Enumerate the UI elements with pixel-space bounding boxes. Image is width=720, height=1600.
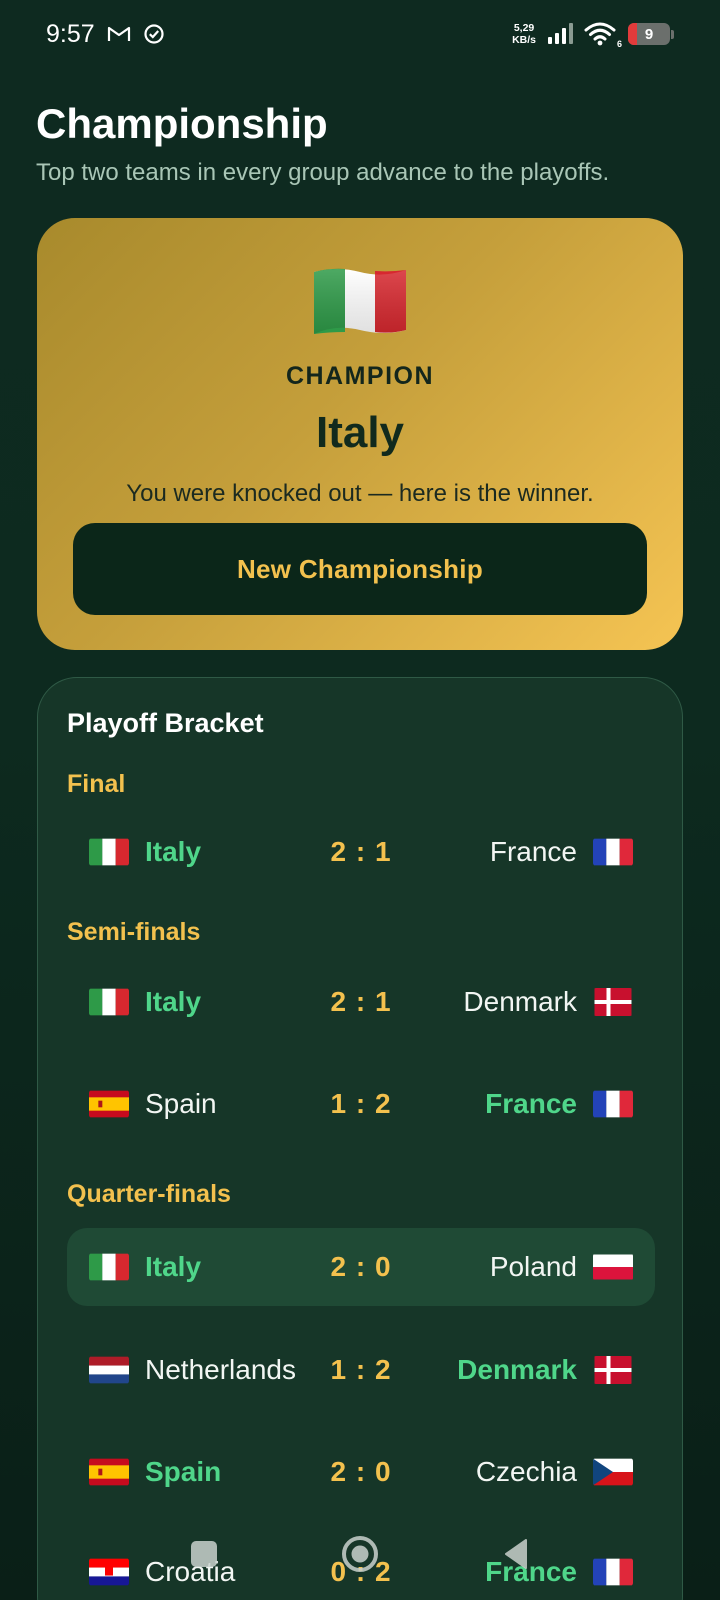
away-team: Denmark	[457, 1354, 577, 1385]
status-time: 9:57	[46, 19, 95, 48]
champion-label: CHAMPION	[285, 362, 435, 390]
czechia-flag-icon	[593, 1458, 633, 1486]
new-championship-button[interactable]: New Championship	[73, 523, 647, 615]
home-team: Spain	[145, 1456, 222, 1487]
round-label-semi-finals: Semi-finals	[67, 918, 201, 946]
denmark-flag-icon	[593, 1356, 633, 1384]
italy-flag-icon	[89, 838, 129, 866]
page-subtitle: Top two teams in every group advance to …	[36, 159, 610, 186]
champion-card: CHAMPION Italy You were knocked out — he…	[37, 218, 683, 650]
france-flag-icon	[593, 838, 633, 866]
denmark-flag-icon	[593, 988, 633, 1016]
page-title: Championship	[36, 100, 328, 147]
wifi-label: 6	[616, 39, 622, 49]
home-team: Italy	[145, 986, 202, 1017]
match-row[interactable]: Netherlands 1 : 2 Denmark	[67, 1330, 655, 1410]
status-right: 5,29 KB/s 6 9	[512, 21, 674, 49]
netherlands-flag-icon	[89, 1356, 129, 1384]
match-row[interactable]: Italy 2 : 1 Denmark	[67, 962, 655, 1042]
system-nav-bar	[0, 1526, 720, 1582]
battery-icon: 9	[628, 23, 674, 45]
france-flag-icon	[593, 1090, 633, 1118]
battery: 9	[628, 23, 670, 45]
playoff-bracket-card: Playoff Bracket Final Italy 2 : 1 France…	[37, 677, 683, 1600]
home-team: Italy	[145, 836, 202, 867]
champion-note: You were knocked out — here is the winne…	[126, 480, 594, 507]
back-triangle-icon[interactable]	[488, 1526, 544, 1582]
spain-flag-icon	[89, 1090, 129, 1118]
match-score: 2 : 1	[330, 986, 392, 1017]
gmail-icon	[107, 25, 131, 43]
home-team: Italy	[145, 1251, 202, 1282]
match-row[interactable]: Spain 2 : 0 Czechia	[67, 1432, 655, 1512]
poland-flag-icon	[593, 1253, 633, 1281]
away-team: Denmark	[463, 986, 577, 1017]
match-row[interactable]: Italy 2 : 1 France	[67, 812, 655, 892]
champion-name: Italy	[315, 408, 405, 457]
home-circle-icon[interactable]	[332, 1526, 388, 1582]
round-label-quarter-finals: Quarter-finals	[67, 1180, 231, 1208]
bracket-title: Playoff Bracket	[67, 708, 264, 738]
match-score: 2 : 0	[330, 1251, 392, 1282]
home-team: Spain	[145, 1088, 217, 1119]
match-score: 1 : 2	[330, 1354, 392, 1385]
spain-flag-icon	[89, 1458, 129, 1486]
net-speed-value: 5,29	[513, 22, 535, 34]
status-bar: 9:57 5,29 KB/s 6 9	[0, 0, 720, 68]
net-speed: 5,29 KB/s	[512, 22, 536, 46]
match-score: 2 : 1	[330, 836, 392, 867]
away-team: Czechia	[475, 1456, 577, 1487]
italy-flag-icon	[89, 1253, 129, 1281]
check-circle-icon	[143, 23, 165, 45]
match-score: 1 : 2	[330, 1088, 392, 1119]
status-left: 9:57	[46, 20, 165, 49]
net-speed-unit: KB/s	[512, 34, 536, 46]
battery-level: 9	[644, 25, 654, 43]
italy-flag-icon	[37, 264, 683, 338]
recents-square-icon[interactable]	[176, 1526, 232, 1582]
away-team: Poland	[489, 1251, 577, 1282]
signal-icon	[546, 22, 574, 46]
match-row-highlighted[interactable]: Italy 2 : 0 Poland	[67, 1228, 655, 1306]
round-label-final: Final	[67, 770, 126, 798]
match-row[interactable]: Spain 1 : 2 France	[67, 1064, 655, 1144]
wifi-icon: 6	[584, 21, 622, 49]
home-team: Netherlands	[145, 1354, 296, 1385]
match-score: 2 : 0	[330, 1456, 392, 1487]
away-team: France	[489, 836, 577, 867]
italy-flag-icon	[89, 988, 129, 1016]
away-team: France	[485, 1088, 577, 1119]
